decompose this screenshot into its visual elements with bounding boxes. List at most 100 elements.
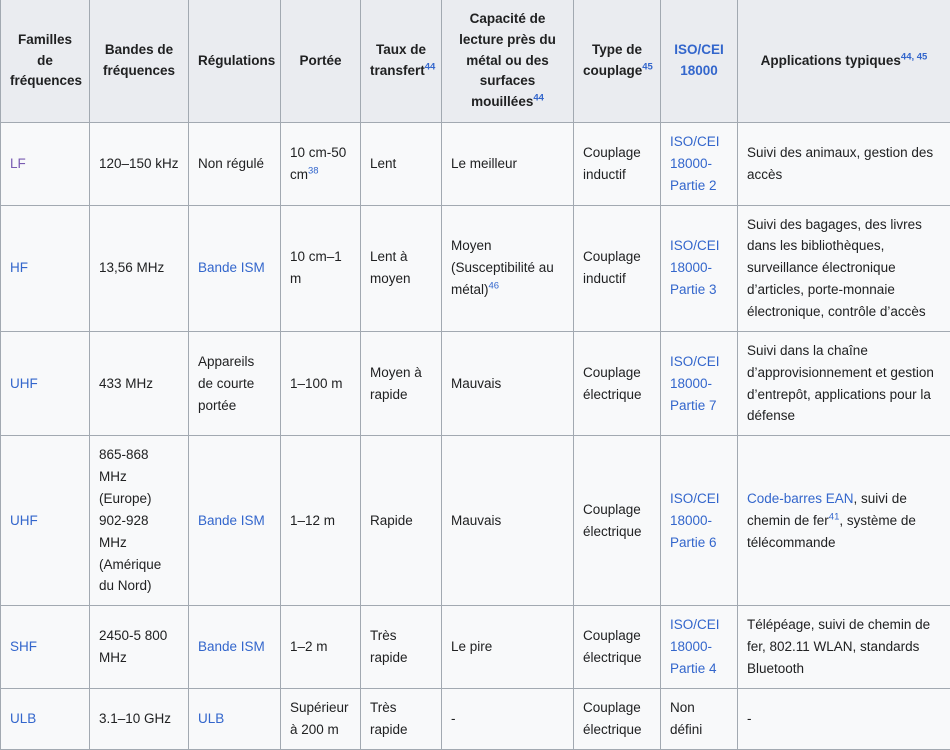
cell-band: 2450-5 800 MHz [90, 606, 189, 689]
table-row: LF 120–150 kHz Non régulé 10 cm-50 cm38 … [1, 123, 950, 206]
cell-metal-readability: Moyen (Susceptibilité au métal)46 [442, 205, 574, 331]
rfid-frequency-bands-table: Familles de fréquences Bandes de fréquen… [0, 0, 950, 750]
cell-family: UHF [1, 436, 90, 606]
regulation-link[interactable]: ULB [198, 711, 224, 726]
cell-family: ULB [1, 688, 90, 749]
cell-range: 1–12 m [281, 436, 361, 606]
cell-metal-readability: - [442, 688, 574, 749]
iso-standard-link[interactable]: ISO/CEI 18000-Partie 3 [670, 238, 720, 297]
header-label: Applications typiques [761, 53, 901, 68]
reference-marker[interactable]: 44 [533, 93, 544, 104]
cell-transfer-rate: Lent à moyen [361, 205, 442, 331]
cell-metal-readability: Le meilleur [442, 123, 574, 206]
cell-transfer-rate: Lent [361, 123, 442, 206]
cell-range: Supérieur à 200 m [281, 688, 361, 749]
cell-regulation: Bande ISM [189, 436, 281, 606]
reference-marker[interactable]: 38 [308, 165, 319, 176]
table-row: HF 13,56 MHz Bande ISM 10 cm–1 m Lent à … [1, 205, 950, 331]
cell-band: 433 MHz [90, 331, 189, 435]
cell-iso-standard: Non défini [661, 688, 738, 749]
cell-coupling-type: Couplage électrique [574, 606, 661, 689]
table-row: ULB 3.1–10 GHz ULB Supérieur à 200 m Trè… [1, 688, 950, 749]
cell-iso-standard: ISO/CEI 18000-Partie 7 [661, 331, 738, 435]
family-link-hf[interactable]: HF [10, 260, 28, 275]
header-label: Type de couplage [583, 42, 642, 78]
cell-band: 3.1–10 GHz [90, 688, 189, 749]
reference-marker[interactable]: 44, 45 [901, 51, 927, 62]
column-header-regulations: Régulations [189, 0, 281, 123]
range-value: Supérieur à 200 m [290, 700, 349, 737]
regulation-link[interactable]: Bande ISM [198, 639, 265, 654]
cell-coupling-type: Couplage électrique [574, 436, 661, 606]
range-value: 1–100 m [290, 376, 343, 391]
regulation-link[interactable]: Bande ISM [198, 513, 265, 528]
cell-applications: - [738, 688, 950, 749]
cell-family: HF [1, 205, 90, 331]
regulation-link[interactable]: Bande ISM [198, 260, 265, 275]
cell-iso-standard: ISO/CEI 18000-Partie 2 [661, 123, 738, 206]
iso-standard-link[interactable]: ISO/CEI 18000-Partie 7 [670, 354, 720, 413]
metal-value: Moyen (Susceptibilité au métal) [451, 238, 554, 297]
cell-range: 10 cm-50 cm38 [281, 123, 361, 206]
cell-metal-readability: Le pire [442, 606, 574, 689]
table-header-row: Familles de fréquences Bandes de fréquen… [1, 0, 950, 123]
cell-applications: Suivi dans la chaîne d’approvisionnement… [738, 331, 950, 435]
column-header-capacite-de-lecture: Capacité de lecture près du métal ou des… [442, 0, 574, 123]
family-link-shf[interactable]: SHF [10, 639, 37, 654]
cell-band: 13,56 MHz [90, 205, 189, 331]
cell-band: 120–150 kHz [90, 123, 189, 206]
family-link-uhf[interactable]: UHF [10, 513, 38, 528]
cell-range: 1–2 m [281, 606, 361, 689]
table-row: SHF 2450-5 800 MHz Bande ISM 1–2 m Très … [1, 606, 950, 689]
header-label: Familles de fréquences [10, 32, 82, 89]
cell-transfer-rate: Très rapide [361, 688, 442, 749]
family-link-ulb[interactable]: ULB [10, 711, 36, 726]
reference-marker[interactable]: 41 [829, 511, 840, 522]
cell-family: LF [1, 123, 90, 206]
cell-regulation: ULB [189, 688, 281, 749]
cell-coupling-type: Couplage électrique [574, 688, 661, 749]
cell-iso-standard: ISO/CEI 18000-Partie 6 [661, 436, 738, 606]
reference-marker[interactable]: 44 [425, 62, 436, 73]
range-value: 1–2 m [290, 639, 328, 654]
cell-iso-standard: ISO/CEI 18000-Partie 4 [661, 606, 738, 689]
range-value: 1–12 m [290, 513, 335, 528]
cell-coupling-type: Couplage inductif [574, 123, 661, 206]
column-header-type-de-couplage: Type de couplage45 [574, 0, 661, 123]
cell-iso-standard: ISO/CEI 18000-Partie 3 [661, 205, 738, 331]
cell-applications: Télépéage, suivi de chemin de fer, 802.1… [738, 606, 950, 689]
header-label: Taux de transfert [370, 42, 426, 78]
iso-standard-link[interactable]: ISO/CEI 18000-Partie 6 [670, 491, 720, 550]
cell-metal-readability: Mauvais [442, 331, 574, 435]
column-header-applications-typiques: Applications typiques44, 45 [738, 0, 950, 123]
iso-standard-link[interactable]: ISO/CEI 18000-Partie 4 [670, 617, 720, 676]
cell-range: 1–100 m [281, 331, 361, 435]
table-row: UHF 433 MHz Appareils de courte portée 1… [1, 331, 950, 435]
cell-applications: Suivi des animaux, gestion des accès [738, 123, 950, 206]
cell-transfer-rate: Moyen à rapide [361, 331, 442, 435]
column-header-familles-de-frequences: Familles de fréquences [1, 0, 90, 123]
family-link-lf[interactable]: LF [10, 156, 26, 171]
code-barres-ean-link[interactable]: Code-barres EAN [747, 491, 854, 506]
cell-band: 865-868 MHz (Europe) 902-928 MHz (Amériq… [90, 436, 189, 606]
family-link-uhf[interactable]: UHF [10, 376, 38, 391]
column-header-bandes-de-frequences: Bandes de fréquences [90, 0, 189, 123]
cell-regulation: Appareils de courte portée [189, 331, 281, 435]
iso-cei-18000-link[interactable]: ISO/CEI 18000 [674, 42, 724, 78]
cell-applications: Suivi des bagages, des livres dans les b… [738, 205, 950, 331]
table-row: UHF 865-868 MHz (Europe) 902-928 MHz (Am… [1, 436, 950, 606]
iso-standard-link[interactable]: ISO/CEI 18000-Partie 2 [670, 134, 720, 193]
reference-marker[interactable]: 46 [489, 281, 500, 292]
column-header-portee: Portée [281, 0, 361, 123]
cell-range: 10 cm–1 m [281, 205, 361, 331]
cell-coupling-type: Couplage électrique [574, 331, 661, 435]
cell-transfer-rate: Rapide [361, 436, 442, 606]
cell-transfer-rate: Très rapide [361, 606, 442, 689]
header-label: Régulations [198, 53, 275, 68]
reference-marker[interactable]: 45 [642, 62, 653, 73]
column-header-iso-cei-18000: ISO/CEI 18000 [661, 0, 738, 123]
cell-family: SHF [1, 606, 90, 689]
header-label: Bandes de fréquences [103, 42, 175, 78]
cell-regulation: Bande ISM [189, 205, 281, 331]
column-header-taux-de-transfert: Taux de transfert44 [361, 0, 442, 123]
